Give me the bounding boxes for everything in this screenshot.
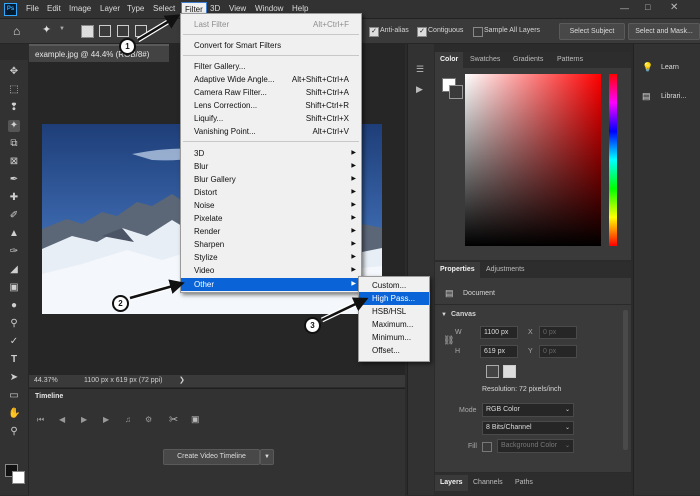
tutorial-arrows-overlay: [129, 14, 369, 323]
callout-1-badge: 1: [119, 38, 136, 55]
callout-2-badge: 2: [112, 295, 129, 312]
callout-3-badge: 3: [304, 317, 321, 334]
arrow-2: [129, 279, 185, 300]
arrow-1: [137, 14, 181, 42]
arrow-3: [321, 297, 369, 322]
